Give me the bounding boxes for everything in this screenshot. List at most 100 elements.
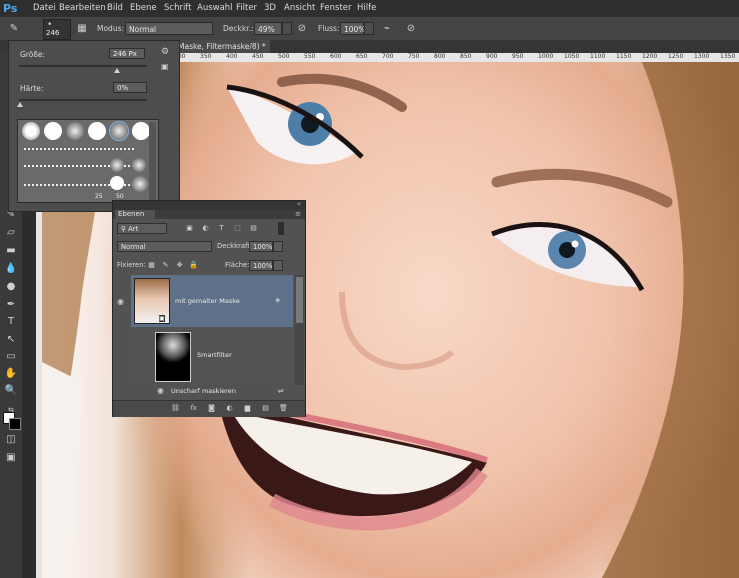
blur-tool-icon[interactable]: 💧	[3, 262, 19, 276]
flaeche-dropdown[interactable]	[273, 260, 283, 271]
pressure-size-icon[interactable]: ⊘	[403, 21, 419, 36]
smartfilter-row[interactable]: Smartfilter	[131, 328, 293, 382]
filter-type-icon[interactable]: T	[217, 224, 226, 233]
layer-filter-kind-select[interactable]: ⚲ Art	[117, 223, 167, 234]
screen-mode-icon[interactable]: ▣	[3, 451, 19, 465]
type-tool-icon[interactable]: T	[3, 315, 19, 329]
ruler-mark: 700	[382, 53, 394, 60]
brush-panel-toggle-icon[interactable]: ▦	[74, 21, 90, 36]
brush-tip-grid[interactable]: 25 50	[17, 119, 159, 203]
fluss-dropdown[interactable]	[364, 22, 374, 35]
haerte-slider[interactable]	[19, 99, 147, 101]
brush-tip-scrollbar[interactable]	[149, 122, 156, 200]
brush-tip[interactable]	[22, 122, 40, 140]
new-layer-icon[interactable]: ▤	[261, 404, 270, 413]
brush-tool-icon[interactable]: ✎	[6, 21, 22, 36]
brush-settings-gear-icon[interactable]: ⚙	[161, 47, 169, 57]
deckkraft-dropdown[interactable]	[273, 241, 283, 252]
adjustment-icon[interactable]: ◐	[225, 404, 234, 413]
lock-all-icon[interactable]: 🔒	[189, 261, 198, 270]
groesse-input[interactable]: 246 Px	[109, 48, 145, 59]
fluss-input[interactable]: 100%	[340, 22, 365, 35]
options-bar: ✎ • 246 ▦ Modus: Normal Deckkr.: 49% ⊘ F…	[0, 17, 739, 41]
gradient-tool-icon[interactable]: ▬	[3, 244, 19, 258]
airbrush-icon[interactable]: ⌁	[379, 21, 395, 36]
menu-3d[interactable]: 3D	[264, 0, 276, 17]
quick-mask-icon[interactable]: ◫	[3, 433, 19, 447]
filter-shape-icon[interactable]: ⬚	[233, 224, 242, 233]
background-color-swatch[interactable]	[9, 418, 21, 430]
dodge-tool-icon[interactable]: ●	[3, 280, 19, 294]
menu-hilfe[interactable]: Hilfe	[357, 0, 376, 17]
brush-tip[interactable]	[110, 158, 124, 172]
brush-tip[interactable]	[132, 176, 148, 192]
menu-bearbeiten[interactable]: Bearbeiten	[59, 0, 106, 17]
path-select-tool-icon[interactable]: ↖	[3, 333, 19, 347]
filter-pixel-icon[interactable]: ▣	[185, 224, 194, 233]
groesse-slider[interactable]	[19, 65, 147, 67]
layer-visibility-eye-icon[interactable]: ◉	[117, 298, 127, 306]
brush-tip[interactable]	[44, 122, 62, 140]
deckkr-dropdown[interactable]	[282, 22, 292, 35]
filter-toggle-switch[interactable]	[278, 222, 284, 235]
fx-icon[interactable]: fx	[189, 404, 198, 413]
panel-collapse-icon[interactable]: «	[297, 200, 301, 208]
lock-transparency-icon[interactable]: ▦	[147, 261, 156, 270]
flaeche-label: Fläche:	[225, 261, 250, 269]
document-tab[interactable]: Maske, Filtermaske/8) * ×	[175, 40, 270, 53]
brush-tip[interactable]	[132, 122, 150, 140]
brush-tip[interactable]	[132, 158, 146, 172]
layers-panel-titlebar[interactable]: «	[113, 200, 305, 210]
filter-visibility-eye-icon[interactable]: ◉	[157, 387, 167, 395]
layer-row-selected[interactable]: ▣ mit gemalter Maske ◈	[131, 275, 293, 327]
panel-menu-icon[interactable]: ≡	[295, 210, 301, 218]
flaeche-input[interactable]: 100%	[249, 260, 273, 271]
hand-tool-icon[interactable]: ✋	[3, 367, 19, 381]
layer-filter-kind-value: Art	[128, 225, 139, 233]
menu-auswahl[interactable]: Auswahl	[197, 0, 233, 17]
brush-preset-picker[interactable]: • 246	[43, 19, 71, 40]
brush-tip[interactable]	[88, 122, 106, 140]
filter-blending-options-icon[interactable]: ⇌	[278, 387, 284, 395]
menu-ebene[interactable]: Ebene	[130, 0, 157, 17]
brush-tip[interactable]	[66, 122, 84, 140]
deckkraft-input[interactable]: 100%	[249, 241, 273, 252]
filter-adjustment-icon[interactable]: ◐	[201, 224, 210, 233]
layers-scrollbar[interactable]	[295, 275, 304, 385]
filter-name[interactable]: Unscharf maskieren	[171, 387, 236, 395]
blend-mode-select[interactable]: Normal	[117, 241, 212, 252]
brush-tip-row[interactable]	[24, 148, 134, 152]
zoom-tool-icon[interactable]: 🔍	[3, 384, 19, 398]
filter-mask-thumbnail[interactable]	[155, 332, 191, 382]
groesse-slider-thumb[interactable]	[114, 68, 120, 73]
brush-tip-selected[interactable]	[109, 121, 129, 141]
menu-datei[interactable]: Datei	[33, 0, 56, 17]
mask-icon[interactable]: ◙	[207, 404, 216, 413]
haerte-slider-thumb[interactable]	[17, 102, 23, 107]
menu-ansicht[interactable]: Ansicht	[284, 0, 315, 17]
link-icon[interactable]: ⛓	[171, 404, 180, 413]
filter-smartobject-icon[interactable]: ▤	[249, 224, 258, 233]
layer-name[interactable]: mit gemalter Maske	[175, 297, 240, 305]
eraser-tool-icon[interactable]: ▱	[3, 226, 19, 240]
pressure-opacity-icon[interactable]: ⊘	[294, 21, 310, 36]
lock-pixels-icon[interactable]: ✎	[161, 261, 170, 270]
modus-select[interactable]: Normal	[125, 22, 213, 35]
shape-tool-icon[interactable]: ▭	[3, 350, 19, 364]
app-logo: Ps	[3, 2, 18, 15]
menu-bild[interactable]: Bild	[107, 0, 123, 17]
new-preset-icon[interactable]: ▣	[161, 62, 169, 71]
trash-icon[interactable]: 🗑	[279, 404, 288, 413]
lock-position-icon[interactable]: ✥	[175, 261, 184, 270]
brush-tip[interactable]	[110, 176, 124, 190]
tab-ebenen[interactable]: Ebenen	[115, 210, 155, 219]
haerte-input[interactable]: 0%	[113, 82, 147, 93]
menu-fenster[interactable]: Fenster	[320, 0, 352, 17]
menu-filter[interactable]: Filter	[236, 0, 257, 17]
menu-schrift[interactable]: Schrift	[164, 0, 192, 17]
folder-icon[interactable]: ▆	[243, 404, 252, 413]
pen-tool-icon[interactable]: ✒	[3, 298, 19, 312]
layers-scrollbar-thumb[interactable]	[296, 277, 303, 323]
deckkr-input[interactable]: 49%	[254, 22, 282, 35]
ruler-mark: 600	[330, 53, 342, 60]
